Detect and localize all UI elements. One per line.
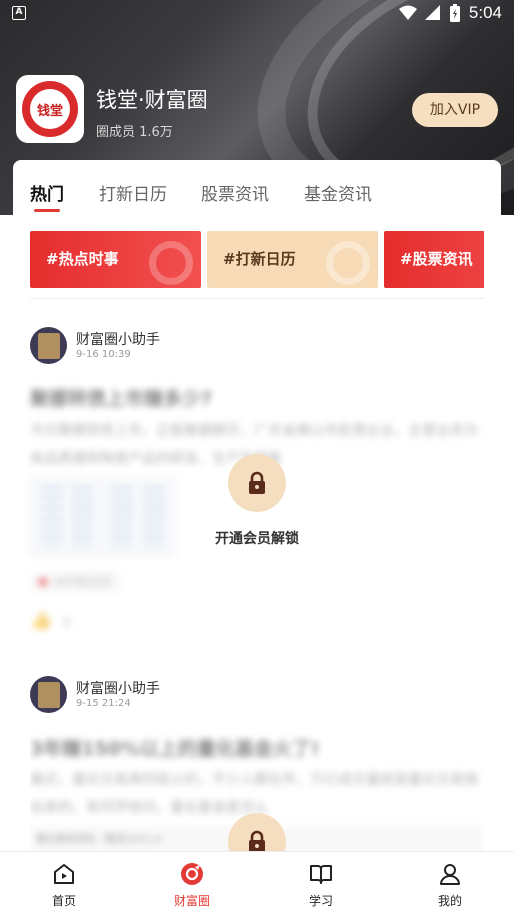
home-icon <box>54 864 74 884</box>
tab-hot[interactable]: 热门 <box>30 180 64 205</box>
topic-label: #打新日历 <box>223 250 296 268</box>
lock-icon[interactable] <box>228 454 286 512</box>
topic-label: #热点时事 <box>46 250 119 268</box>
topic-label: #股票资讯 <box>400 250 473 268</box>
topic-carousel[interactable]: #热点时事 #打新日历 #股票资讯 <box>30 231 484 288</box>
clock: 5:04 <box>468 3 502 22</box>
book-icon <box>310 865 332 884</box>
author-avatar[interactable] <box>30 327 67 364</box>
nav-wealth-circle[interactable]: 财富圈 <box>128 852 256 914</box>
wealth-circle-icon <box>181 863 203 885</box>
nav-label: 财富圈 <box>173 894 210 908</box>
author-avatar[interactable] <box>30 676 67 713</box>
nav-label: 我的 <box>437 894 462 908</box>
nav-label: 学习 <box>308 894 333 908</box>
post-tag[interactable]: #打新日历 <box>30 571 123 593</box>
tab-ipo-calendar[interactable]: 打新日历 <box>99 180 167 205</box>
battery-icon <box>449 4 460 22</box>
tab-fund-news[interactable]: 基金资讯 <box>304 180 372 205</box>
profile-icon <box>440 864 460 885</box>
status-bar: A 5:04 <box>0 0 514 26</box>
topic-card-ipo-calendar[interactable]: #打新日历 <box>207 231 378 288</box>
author-name: 财富圈小助手 <box>76 332 160 348</box>
post-time: 9-16 10:39 <box>76 349 131 360</box>
author-name: 财富圈小助手 <box>76 681 160 697</box>
bottom-navigation: 首页 财富圈 学习 我的 <box>0 851 514 914</box>
post-image <box>30 477 175 557</box>
content-card: 热门 打新日历 股票资讯 基金资讯 #热点时事 #打新日历 #股票资讯 财富圈小… <box>13 160 501 860</box>
tab-stock-news[interactable]: 股票资讯 <box>201 180 269 205</box>
logo-text: 钱堂 <box>30 89 70 129</box>
circle-name: 钱堂·财富圈 <box>96 88 208 112</box>
unlock-member-label[interactable]: 开通会员解锁 <box>177 528 337 548</box>
notification-icon: A <box>12 6 26 20</box>
post-card[interactable]: 财富圈小助手 9-15 21:24 3年赚150%以上的量化基金火了! 最近，量… <box>30 676 484 860</box>
wifi-icon <box>398 5 417 20</box>
tab-bar: 热门 打新日历 股票资讯 基金资讯 <box>13 160 501 218</box>
nav-profile[interactable]: 我的 <box>386 852 514 914</box>
topic-card-hot-news[interactable]: #热点时事 <box>30 231 201 288</box>
post-title: 聚娜转债上市赚多少? <box>30 388 213 410</box>
thumbs-up-icon: 👍 <box>30 610 53 631</box>
topic-card-stock-news[interactable]: #股票资讯 <box>384 231 484 288</box>
join-vip-button[interactable]: 加入VIP <box>412 93 498 127</box>
member-count: 圈成员 1.6万 <box>96 125 173 140</box>
circle-logo[interactable]: 钱堂 <box>16 75 84 143</box>
divider <box>30 298 484 299</box>
topic-deco-icon <box>326 241 370 285</box>
logo-seal: 钱堂 <box>22 81 78 137</box>
post-card[interactable]: 财富圈小助手 9-16 10:39 聚娜转债上市赚多少? 今日聚娜转债上市。正股… <box>30 327 484 637</box>
active-tab-indicator <box>34 209 60 212</box>
nav-label: 首页 <box>51 894 76 908</box>
nav-home[interactable]: 首页 <box>0 852 128 914</box>
like-count[interactable]: 👍 0 <box>30 610 71 631</box>
post-title: 3年赚150%以上的量化基金火了! <box>30 738 320 760</box>
nav-learn[interactable]: 学习 <box>257 852 385 914</box>
signal-icon <box>424 5 440 20</box>
topic-deco-icon <box>149 241 193 285</box>
post-time: 9-15 21:24 <box>76 698 131 709</box>
